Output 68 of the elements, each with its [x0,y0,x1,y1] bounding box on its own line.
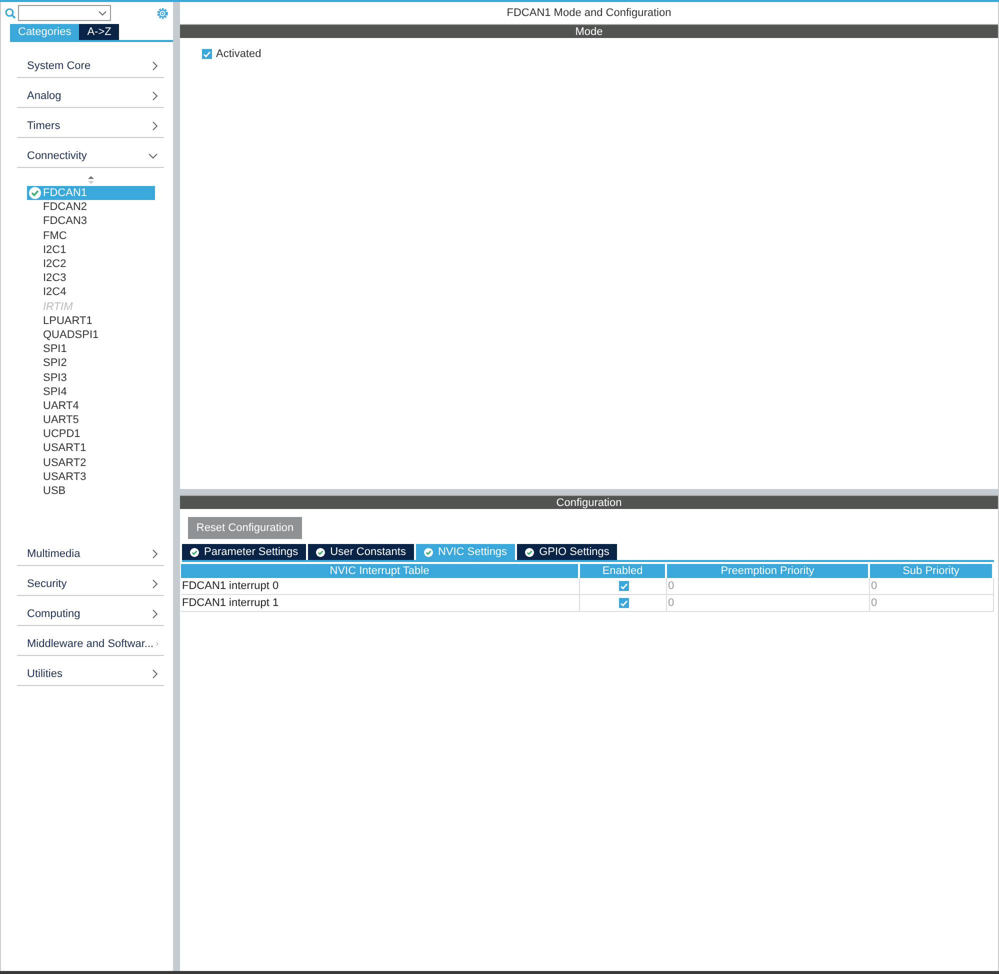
peripheral-item[interactable]: USB [27,484,155,498]
peripheral-item[interactable]: SPI1 [27,342,155,356]
category-item[interactable]: Computing [17,596,164,626]
table-cell: 0 [667,578,870,595]
chevron-right-icon [152,578,158,589]
chevron-right-icon [152,120,158,130]
category-item[interactable]: Connectivity [17,138,164,168]
category-item[interactable]: Middleware and Softwar... [17,626,164,656]
column-header: Sub Priority [870,564,994,578]
table-cell: 0 [870,578,994,595]
peripheral-item[interactable]: LPUART1 [27,314,155,328]
peripheral-item[interactable]: I2C2 [27,256,155,272]
peripheral-item[interactable]: FMC [27,228,155,243]
activated-checkbox[interactable] [202,49,212,59]
peripheral-item[interactable]: FDCAN2 [27,200,155,214]
sidebar-tab[interactable]: A->Z [79,24,120,40]
table-cell: 0 [870,595,994,612]
check-circle-icon [424,548,433,556]
peripheral-item[interactable]: I2C3 [27,271,155,286]
settings-tab[interactable]: User Constants [308,544,414,560]
chevron-right-icon [152,608,158,619]
panel-title: FDCAN1 Mode and Configuration [506,6,672,21]
peripheral-item[interactable]: UART4 [27,398,155,413]
search-icon[interactable] [5,8,16,18]
check-circle-icon [316,548,326,556]
category-item[interactable]: Multimedia [17,536,164,566]
peripheral-item[interactable]: USART1 [27,441,155,456]
chevron-down-icon [148,152,158,158]
peripheral-item[interactable]: SPI4 [27,384,155,399]
peripheral-item[interactable]: SPI2 [27,356,155,370]
chevron-right-icon [152,90,158,100]
gear-icon[interactable] [156,6,169,20]
column-header: Enabled [580,564,667,578]
peripheral-item[interactable]: UART5 [27,413,155,428]
peripheral-item[interactable]: FDCAN3 [27,214,155,229]
settings-tab[interactable]: GPIO Settings [517,544,618,560]
column-header: Preemption Priority [667,564,870,578]
category-item[interactable]: Analog [17,78,164,108]
table-cell: 0 [667,595,870,612]
peripheral-item[interactable]: I2C1 [27,242,155,257]
chevron-right-icon [152,60,158,70]
peripheral-item[interactable]: USART3 [27,470,155,484]
sort-icon[interactable] [88,176,94,184]
peripheral-item[interactable]: SPI3 [27,370,155,385]
category-item[interactable]: System Core [17,48,164,78]
peripheral-item[interactable]: USART2 [27,456,155,470]
category-item[interactable]: Timers [17,108,164,138]
check-circle-icon [29,187,41,200]
peripheral-item[interactable]: UCPD1 [27,427,155,442]
enabled-checkbox[interactable] [618,598,628,608]
chevron-right-icon [152,668,158,679]
category-item[interactable]: Utilities [17,656,164,686]
category-item[interactable]: Security [17,566,164,596]
column-header: NVIC Interrupt Table [181,564,580,578]
table-cell: FDCAN1 interrupt 1 [181,595,580,612]
check-circle-icon [190,548,199,556]
dropdown-caret-icon[interactable] [98,10,107,16]
check-circle-icon [525,548,534,556]
peripheral-item[interactable]: QUADSPI1 [27,328,155,342]
settings-tab[interactable]: Parameter Settings [182,544,306,560]
peripheral-item[interactable]: I2C4 [27,285,155,300]
configuration-header: Configuration [180,495,998,509]
search-combo-field[interactable] [18,5,111,21]
mode-header: Mode [180,24,998,38]
checkbox-label: Activated [216,48,262,60]
enabled-checkbox[interactable] [618,581,628,591]
table-cell: FDCAN1 interrupt 0 [181,578,580,595]
chevron-right-icon [152,548,158,559]
